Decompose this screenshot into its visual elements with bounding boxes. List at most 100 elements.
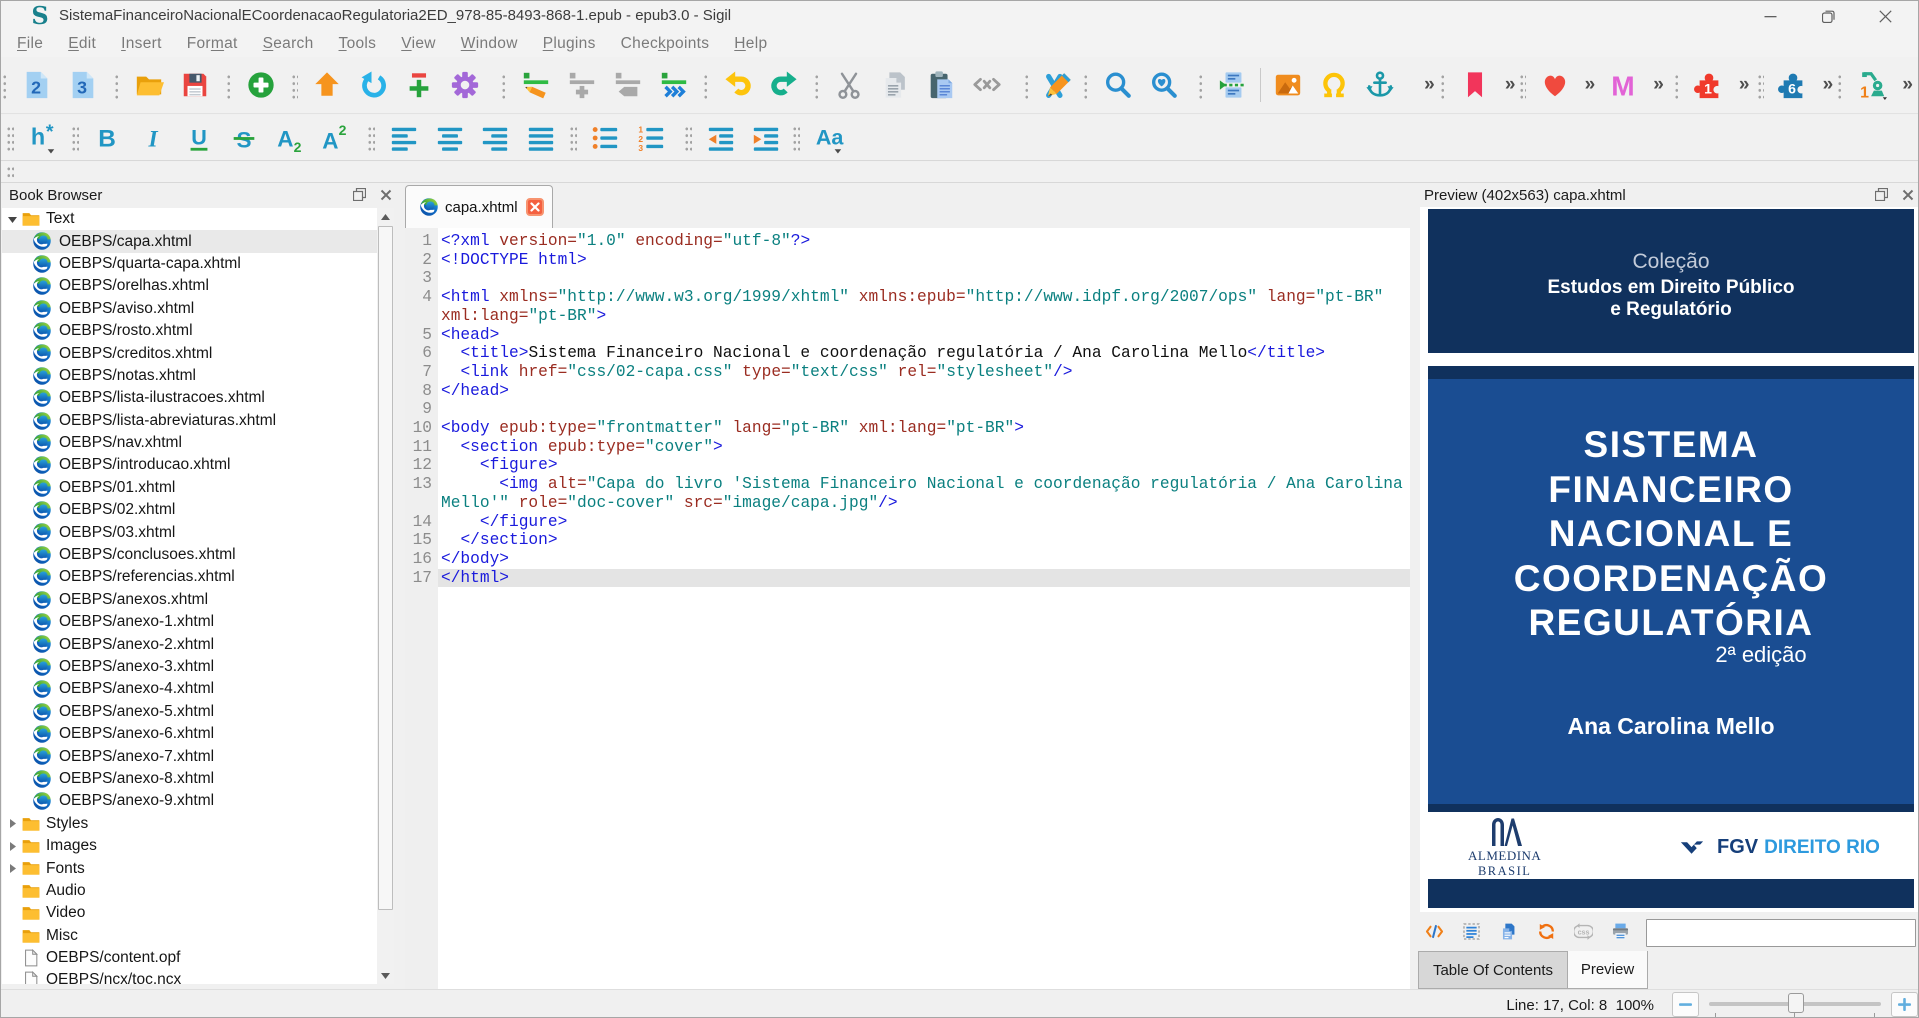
indent-icon[interactable] <box>751 121 781 155</box>
tree-item[interactable]: OEBPS/anexo-5.xhtml <box>2 701 377 723</box>
list-bullet-icon[interactable] <box>590 121 620 155</box>
tree-item[interactable]: OEBPS/conclusoes.xhtml <box>2 544 377 566</box>
toolbar-grip[interactable] <box>114 71 121 99</box>
menu-format[interactable]: Format <box>175 33 250 55</box>
save-icon[interactable] <box>180 70 210 100</box>
align-left-icon[interactable] <box>389 121 419 155</box>
toolbar-grip[interactable] <box>291 71 298 99</box>
zoom-slider-handle[interactable] <box>1788 993 1804 1013</box>
undo-icon[interactable] <box>723 70 753 100</box>
special-character-omega-icon[interactable] <box>1319 70 1349 100</box>
toolbar-overflow-chevron[interactable]: » <box>1739 74 1749 96</box>
tree-item[interactable]: Styles <box>2 813 377 835</box>
strikethrough-icon[interactable] <box>229 121 259 155</box>
tree-item[interactable]: OEBPS/content.opf <box>2 947 377 969</box>
tree-item[interactable]: OEBPS/anexo-3.xhtml <box>2 656 377 678</box>
italic-icon[interactable] <box>138 121 168 155</box>
toolbar-grip[interactable] <box>1837 71 1844 99</box>
checkpoint-tool-1-icon[interactable] <box>1857 70 1887 100</box>
bookmark-icon[interactable] <box>1460 70 1490 100</box>
scroll-down-button[interactable] <box>377 967 394 984</box>
menu-plugins[interactable]: Plugins <box>531 33 608 55</box>
split-at-cursor-icon[interactable] <box>1218 70 1248 100</box>
subscript-icon[interactable] <box>275 121 305 155</box>
toolbar-grip[interactable] <box>1023 71 1031 99</box>
diff-checkpoint-icon[interactable] <box>404 70 434 100</box>
tree-item[interactable]: Fonts <box>2 857 377 879</box>
tab-capa-xhtml[interactable]: capa.xhtml <box>405 185 553 228</box>
list-number-icon[interactable] <box>636 121 666 155</box>
toolbar-grip[interactable] <box>1083 71 1090 99</box>
tree-item[interactable]: OEBPS/creditos.xhtml <box>2 342 377 364</box>
toolbar-grip[interactable] <box>1519 71 1526 99</box>
select-all-icon[interactable] <box>1462 922 1481 941</box>
tree-item[interactable]: OEBPS/nav.xhtml <box>2 432 377 454</box>
align-justify-icon[interactable] <box>526 121 556 155</box>
copy-pages-icon[interactable] <box>880 70 910 100</box>
toolbar-grip[interactable] <box>226 71 233 99</box>
insert-image-icon[interactable] <box>1273 70 1303 100</box>
split-marker-icon[interactable] <box>613 70 643 100</box>
book-browser-close-icon[interactable] <box>380 188 392 206</box>
underline-icon[interactable] <box>184 121 214 155</box>
donate-heart-icon[interactable] <box>1540 70 1570 100</box>
redo-icon[interactable] <box>769 70 799 100</box>
toolbar-grip[interactable] <box>500 71 507 99</box>
new-epub3-icon[interactable] <box>68 70 98 100</box>
superscript-icon[interactable] <box>320 121 350 155</box>
tree-item[interactable]: OEBPS/rosto.xhtml <box>2 320 377 342</box>
toolbar-overflow-chevron[interactable]: » <box>1823 74 1833 96</box>
toolbar-grip[interactable] <box>791 124 800 151</box>
toolbar-grip[interactable] <box>6 124 14 151</box>
tree-item[interactable]: OEBPS/capa.xhtml <box>2 230 377 253</box>
scrollbar-thumb[interactable] <box>377 226 393 910</box>
tree-item[interactable]: OEBPS/ncx/toc.ncx <box>2 969 377 984</box>
menu-insert[interactable]: Insert <box>109 33 174 55</box>
splitter-left[interactable] <box>395 367 405 1017</box>
toolbar-overflow-chevron[interactable]: » <box>1585 74 1595 96</box>
metadata-m-icon[interactable] <box>1608 70 1638 100</box>
tab-table-of-contents[interactable]: Table Of Contents <box>1418 951 1568 989</box>
split-chevrons-icon[interactable] <box>659 70 689 100</box>
menu-checkpoints[interactable]: Checkpoints <box>609 33 722 55</box>
toolbar-grip[interactable] <box>6 164 14 180</box>
zoom-out-button[interactable] <box>1672 992 1699 1017</box>
scroll-up-button[interactable] <box>377 208 394 225</box>
cut-scissors-icon[interactable] <box>834 70 864 100</box>
new-epub2-icon[interactable] <box>22 70 52 100</box>
refresh-preview-icon[interactable] <box>1537 922 1556 941</box>
outdent-icon[interactable] <box>706 121 736 155</box>
copy-preview-icon[interactable] <box>1499 922 1518 941</box>
align-center-icon[interactable] <box>435 121 465 155</box>
tree-item[interactable]: OEBPS/anexos.xhtml <box>2 589 377 611</box>
toolbar-grip[interactable] <box>702 71 709 99</box>
tree-item[interactable]: OEBPS/aviso.xhtml <box>2 298 377 320</box>
tree-item[interactable]: Video <box>2 902 377 924</box>
toolbar-grip[interactable] <box>1757 71 1764 99</box>
menu-edit[interactable]: Edit <box>56 33 108 55</box>
tree-item[interactable]: OEBPS/notas.xhtml <box>2 365 377 387</box>
find-replace-icon[interactable] <box>1149 70 1179 100</box>
menu-tools[interactable]: Tools <box>327 33 389 55</box>
menu-view[interactable]: View <box>389 33 448 55</box>
code-editor[interactable]: 1 2 3 4 5 6 7 8 9 10 11 12 13 14 15 16 17 <?xml version=… <box>405 227 1410 989</box>
tree-item[interactable]: Images <box>2 835 377 857</box>
maximize-button[interactable] <box>1805 1 1851 31</box>
open-folder-icon[interactable] <box>134 70 164 100</box>
menu-search[interactable]: Search <box>251 33 326 55</box>
anchor-link-icon[interactable] <box>1365 70 1395 100</box>
minimize-button[interactable] <box>1747 1 1793 31</box>
toolbar-grip[interactable] <box>1673 71 1680 99</box>
tree-item[interactable]: OEBPS/quarta-capa.xhtml <box>2 253 377 275</box>
tree-item[interactable]: Misc <box>2 925 377 947</box>
close-button[interactable] <box>1862 1 1908 31</box>
splitter-right[interactable] <box>1410 367 1420 1017</box>
toolbar-grip[interactable] <box>1439 71 1446 99</box>
toolbar-grip[interactable] <box>2 71 9 99</box>
tree-item[interactable]: OEBPS/anexo-9.xhtml <box>2 790 377 812</box>
tree-item[interactable]: Audio <box>2 880 377 902</box>
text-casing-icon[interactable] <box>814 121 844 155</box>
toolbar-grip[interactable] <box>813 71 820 99</box>
split-add-icon[interactable] <box>567 70 597 100</box>
tree-item[interactable]: OEBPS/anexo-7.xhtml <box>2 745 377 767</box>
